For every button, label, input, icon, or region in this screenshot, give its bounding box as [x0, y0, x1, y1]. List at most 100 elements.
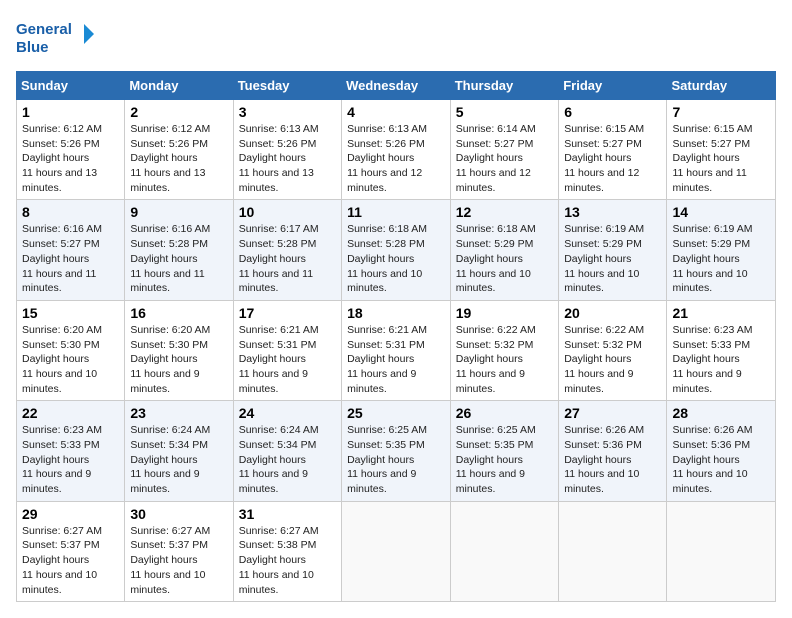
calendar-cell: 3 Sunrise: 6:13 AM Sunset: 5:26 PM Dayli… [233, 100, 341, 200]
day-number: 5 [456, 104, 553, 120]
day-number: 14 [672, 204, 770, 220]
col-header-tuesday: Tuesday [233, 72, 341, 100]
col-header-wednesday: Wednesday [342, 72, 451, 100]
day-number: 11 [347, 204, 445, 220]
day-info: Sunrise: 6:14 AM Sunset: 5:27 PM Dayligh… [456, 122, 553, 195]
day-info: Sunrise: 6:18 AM Sunset: 5:29 PM Dayligh… [456, 222, 553, 295]
day-info: Sunrise: 6:27 AM Sunset: 5:37 PM Dayligh… [130, 524, 227, 597]
day-number: 20 [564, 305, 661, 321]
day-number: 4 [347, 104, 445, 120]
day-info: Sunrise: 6:19 AM Sunset: 5:29 PM Dayligh… [672, 222, 770, 295]
calendar-cell: 16 Sunrise: 6:20 AM Sunset: 5:30 PM Dayl… [125, 300, 233, 400]
calendar-cell: 28 Sunrise: 6:26 AM Sunset: 5:36 PM Dayl… [667, 401, 776, 501]
day-number: 29 [22, 506, 119, 522]
calendar-cell: 9 Sunrise: 6:16 AM Sunset: 5:28 PM Dayli… [125, 200, 233, 300]
svg-text:Blue: Blue [16, 39, 49, 56]
day-number: 2 [130, 104, 227, 120]
col-header-monday: Monday [125, 72, 233, 100]
page-header: General Blue [16, 16, 776, 61]
day-info: Sunrise: 6:19 AM Sunset: 5:29 PM Dayligh… [564, 222, 661, 295]
day-number: 25 [347, 405, 445, 421]
day-number: 23 [130, 405, 227, 421]
calendar-cell: 10 Sunrise: 6:17 AM Sunset: 5:28 PM Dayl… [233, 200, 341, 300]
calendar-cell: 22 Sunrise: 6:23 AM Sunset: 5:33 PM Dayl… [17, 401, 125, 501]
day-info: Sunrise: 6:18 AM Sunset: 5:28 PM Dayligh… [347, 222, 445, 295]
calendar-cell [559, 501, 667, 601]
day-info: Sunrise: 6:12 AM Sunset: 5:26 PM Dayligh… [22, 122, 119, 195]
calendar-cell: 17 Sunrise: 6:21 AM Sunset: 5:31 PM Dayl… [233, 300, 341, 400]
day-number: 28 [672, 405, 770, 421]
day-info: Sunrise: 6:20 AM Sunset: 5:30 PM Dayligh… [130, 323, 227, 396]
calendar-cell: 15 Sunrise: 6:20 AM Sunset: 5:30 PM Dayl… [17, 300, 125, 400]
day-number: 19 [456, 305, 553, 321]
calendar-cell: 7 Sunrise: 6:15 AM Sunset: 5:27 PM Dayli… [667, 100, 776, 200]
day-info: Sunrise: 6:20 AM Sunset: 5:30 PM Dayligh… [22, 323, 119, 396]
day-info: Sunrise: 6:26 AM Sunset: 5:36 PM Dayligh… [564, 423, 661, 496]
col-header-sunday: Sunday [17, 72, 125, 100]
calendar-cell: 12 Sunrise: 6:18 AM Sunset: 5:29 PM Dayl… [450, 200, 558, 300]
calendar-cell [342, 501, 451, 601]
calendar-cell: 24 Sunrise: 6:24 AM Sunset: 5:34 PM Dayl… [233, 401, 341, 501]
calendar-cell: 11 Sunrise: 6:18 AM Sunset: 5:28 PM Dayl… [342, 200, 451, 300]
day-info: Sunrise: 6:22 AM Sunset: 5:32 PM Dayligh… [456, 323, 553, 396]
day-number: 1 [22, 104, 119, 120]
day-info: Sunrise: 6:16 AM Sunset: 5:28 PM Dayligh… [130, 222, 227, 295]
calendar-cell: 29 Sunrise: 6:27 AM Sunset: 5:37 PM Dayl… [17, 501, 125, 601]
calendar-cell: 5 Sunrise: 6:14 AM Sunset: 5:27 PM Dayli… [450, 100, 558, 200]
day-number: 31 [239, 506, 336, 522]
day-info: Sunrise: 6:24 AM Sunset: 5:34 PM Dayligh… [239, 423, 336, 496]
calendar-cell: 31 Sunrise: 6:27 AM Sunset: 5:38 PM Dayl… [233, 501, 341, 601]
calendar-cell: 4 Sunrise: 6:13 AM Sunset: 5:26 PM Dayli… [342, 100, 451, 200]
day-info: Sunrise: 6:21 AM Sunset: 5:31 PM Dayligh… [347, 323, 445, 396]
calendar-cell: 20 Sunrise: 6:22 AM Sunset: 5:32 PM Dayl… [559, 300, 667, 400]
calendar-cell: 1 Sunrise: 6:12 AM Sunset: 5:26 PM Dayli… [17, 100, 125, 200]
day-info: Sunrise: 6:23 AM Sunset: 5:33 PM Dayligh… [22, 423, 119, 496]
calendar-cell: 21 Sunrise: 6:23 AM Sunset: 5:33 PM Dayl… [667, 300, 776, 400]
col-header-saturday: Saturday [667, 72, 776, 100]
calendar-cell [450, 501, 558, 601]
day-number: 15 [22, 305, 119, 321]
col-header-thursday: Thursday [450, 72, 558, 100]
calendar-cell: 30 Sunrise: 6:27 AM Sunset: 5:37 PM Dayl… [125, 501, 233, 601]
calendar-cell: 19 Sunrise: 6:22 AM Sunset: 5:32 PM Dayl… [450, 300, 558, 400]
calendar-header: SundayMondayTuesdayWednesdayThursdayFrid… [17, 72, 776, 100]
day-number: 3 [239, 104, 336, 120]
calendar-cell: 26 Sunrise: 6:25 AM Sunset: 5:35 PM Dayl… [450, 401, 558, 501]
day-info: Sunrise: 6:25 AM Sunset: 5:35 PM Dayligh… [456, 423, 553, 496]
day-info: Sunrise: 6:24 AM Sunset: 5:34 PM Dayligh… [130, 423, 227, 496]
col-header-friday: Friday [559, 72, 667, 100]
day-info: Sunrise: 6:23 AM Sunset: 5:33 PM Dayligh… [672, 323, 770, 396]
day-info: Sunrise: 6:27 AM Sunset: 5:37 PM Dayligh… [22, 524, 119, 597]
day-info: Sunrise: 6:12 AM Sunset: 5:26 PM Dayligh… [130, 122, 227, 195]
logo-svg: General Blue [16, 16, 96, 61]
calendar-cell: 2 Sunrise: 6:12 AM Sunset: 5:26 PM Dayli… [125, 100, 233, 200]
day-info: Sunrise: 6:15 AM Sunset: 5:27 PM Dayligh… [672, 122, 770, 195]
day-number: 22 [22, 405, 119, 421]
day-number: 18 [347, 305, 445, 321]
day-number: 13 [564, 204, 661, 220]
day-number: 17 [239, 305, 336, 321]
day-number: 10 [239, 204, 336, 220]
calendar-cell: 23 Sunrise: 6:24 AM Sunset: 5:34 PM Dayl… [125, 401, 233, 501]
day-info: Sunrise: 6:25 AM Sunset: 5:35 PM Dayligh… [347, 423, 445, 496]
day-number: 21 [672, 305, 770, 321]
calendar-cell: 25 Sunrise: 6:25 AM Sunset: 5:35 PM Dayl… [342, 401, 451, 501]
calendar-cell: 6 Sunrise: 6:15 AM Sunset: 5:27 PM Dayli… [559, 100, 667, 200]
day-info: Sunrise: 6:26 AM Sunset: 5:36 PM Dayligh… [672, 423, 770, 496]
calendar-cell: 13 Sunrise: 6:19 AM Sunset: 5:29 PM Dayl… [559, 200, 667, 300]
day-number: 7 [672, 104, 770, 120]
day-info: Sunrise: 6:13 AM Sunset: 5:26 PM Dayligh… [347, 122, 445, 195]
day-number: 8 [22, 204, 119, 220]
day-number: 26 [456, 405, 553, 421]
logo: General Blue [16, 16, 96, 61]
day-number: 9 [130, 204, 227, 220]
day-number: 6 [564, 104, 661, 120]
day-number: 16 [130, 305, 227, 321]
calendar-cell: 14 Sunrise: 6:19 AM Sunset: 5:29 PM Dayl… [667, 200, 776, 300]
calendar-cell: 27 Sunrise: 6:26 AM Sunset: 5:36 PM Dayl… [559, 401, 667, 501]
svg-text:General: General [16, 21, 72, 38]
calendar-table: SundayMondayTuesdayWednesdayThursdayFrid… [16, 71, 776, 602]
day-info: Sunrise: 6:27 AM Sunset: 5:38 PM Dayligh… [239, 524, 336, 597]
day-info: Sunrise: 6:13 AM Sunset: 5:26 PM Dayligh… [239, 122, 336, 195]
day-number: 24 [239, 405, 336, 421]
